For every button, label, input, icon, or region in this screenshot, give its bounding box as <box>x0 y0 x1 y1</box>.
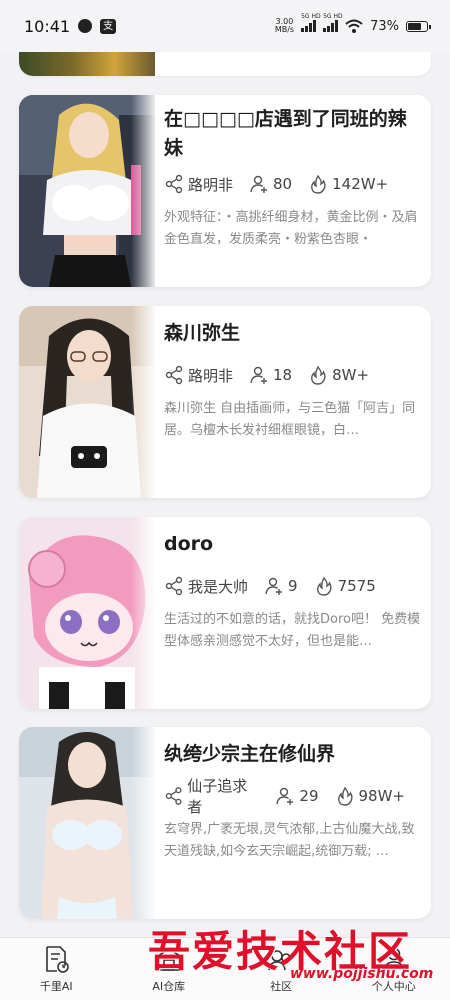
users-count: 18 <box>273 366 293 384</box>
nav-label: 社区 <box>270 980 293 993</box>
author-stat[interactable]: 路明非 <box>164 174 233 195</box>
add-user-icon <box>276 787 294 805</box>
battery-icon <box>406 20 431 32</box>
author-stat[interactable]: 仙子追求者 <box>164 775 259 817</box>
character-thumbnail <box>19 727 155 919</box>
warehouse-icon <box>156 948 181 971</box>
character-card[interactable]: 纨绔少宗主在修仙界 仙子追求者 29 98W+ 玄穹界,广袤无垠,灵气浓郁,上古… <box>19 727 431 919</box>
heat-stat: 7575 <box>314 576 376 596</box>
heat-stat: 98W+ <box>335 786 406 806</box>
users-stat: 29 <box>275 786 319 806</box>
author-stat[interactable]: 我是大帅 <box>164 576 248 597</box>
users-count: 9 <box>288 577 298 595</box>
character-title: 在□□□□店遇到了同班的辣妹 <box>164 108 407 159</box>
character-thumbnail <box>19 95 155 287</box>
character-description: 玄穹界,广袤无垠,灵气浓郁,上古仙魔大战,致天道残缺,如今玄天宗崛起,统御万载;… <box>164 822 415 859</box>
signal-sim2-icon: 5G HD <box>323 13 343 32</box>
flame-icon <box>316 576 332 596</box>
heat-count: 98W+ <box>358 787 406 805</box>
share-icon <box>165 365 183 385</box>
character-thumbnail <box>19 306 155 498</box>
character-thumbnail <box>19 517 155 709</box>
users-stat: 80 <box>249 174 292 194</box>
battery-percent: 73% <box>370 18 399 34</box>
users-stat: 9 <box>264 576 298 596</box>
character-card[interactable]: doro 我是大帅 9 7575 生活过的不如意的话，就找Doro吧！ 免费模型… <box>19 517 431 709</box>
users-stat: 18 <box>249 365 292 385</box>
character-description: 生活过的不如意的话，就找Doro吧！ 免费模型体感亲测感觉不太好，但也是能… <box>164 612 421 649</box>
character-title: 森川弥生 <box>164 322 241 344</box>
character-title: doro <box>164 533 214 555</box>
users-count: 80 <box>273 175 293 193</box>
flame-icon <box>311 174 326 194</box>
nav-label: 千里AI <box>39 980 73 993</box>
author-name: 路明非 <box>188 366 234 385</box>
add-user-icon <box>265 577 283 595</box>
share-icon <box>165 787 182 805</box>
nav-item-profile[interactable]: 个人中心 <box>338 938 450 1000</box>
nav-item-community[interactable]: 社区 <box>225 938 338 1000</box>
add-user-icon <box>250 175 268 193</box>
person-icon <box>382 947 405 972</box>
status-bar: 10:41 支 3.00 MB/s 5G HD 5G HD 73% <box>0 0 450 52</box>
nav-item-ai-warehouse[interactable]: AI仓库 <box>113 938 226 1000</box>
character-description: 森川弥生 自由插画师，与三色猫「阿吉」同居。乌檀木长发衬细框眼镜，白… <box>164 401 416 438</box>
bottom-nav: 千里AI AI仓库 社区 个人中心 <box>0 937 450 1000</box>
network-speed: 3.00 MB/s <box>274 17 295 34</box>
heat-stat: 8W+ <box>308 365 369 385</box>
add-user-icon <box>250 366 268 384</box>
flame-icon <box>337 786 353 806</box>
nav-label: AI仓库 <box>152 980 186 993</box>
character-card[interactable]: 在□□□□店遇到了同班的辣妹 路明非 80 142W+ 外观特征：・高挑纤细身材… <box>19 95 431 287</box>
author-name: 仙子追求者 <box>187 777 248 816</box>
nav-label: 个人中心 <box>371 980 416 993</box>
document-clock-icon <box>46 946 70 973</box>
users-count: 29 <box>299 787 319 805</box>
author-stat[interactable]: 路明非 <box>164 365 233 386</box>
signal-sim1-icon: 5G HD <box>301 13 321 32</box>
heat-stat: 142W+ <box>308 174 388 194</box>
share-icon <box>165 576 183 596</box>
author-name: 路明非 <box>188 175 234 194</box>
community-icon <box>268 950 292 971</box>
flame-icon <box>311 365 326 385</box>
status-time: 10:41 <box>24 16 71 36</box>
share-icon <box>165 174 183 194</box>
nav-item-qianli-ai[interactable]: 千里AI <box>0 938 113 1000</box>
character-title: 纨绔少宗主在修仙界 <box>164 743 336 765</box>
wifi-icon <box>345 19 363 33</box>
alipay-notification-icon: 支 <box>100 18 117 34</box>
heat-count: 7575 <box>337 577 376 595</box>
heat-count: 142W+ <box>332 175 389 193</box>
heat-count: 8W+ <box>332 366 370 384</box>
author-name: 我是大帅 <box>188 577 249 596</box>
character-card[interactable]: 森川弥生 路明非 18 8W+ 森川弥生 自由插画师，与三色猫「阿吉」同居。乌檀… <box>19 306 431 498</box>
character-description: 外观特征：・高挑纤细身材，黄金比例・及肩金色直发，发质柔亮・粉紫色杏眼・ <box>164 210 418 247</box>
chat-notification-icon <box>78 19 93 33</box>
